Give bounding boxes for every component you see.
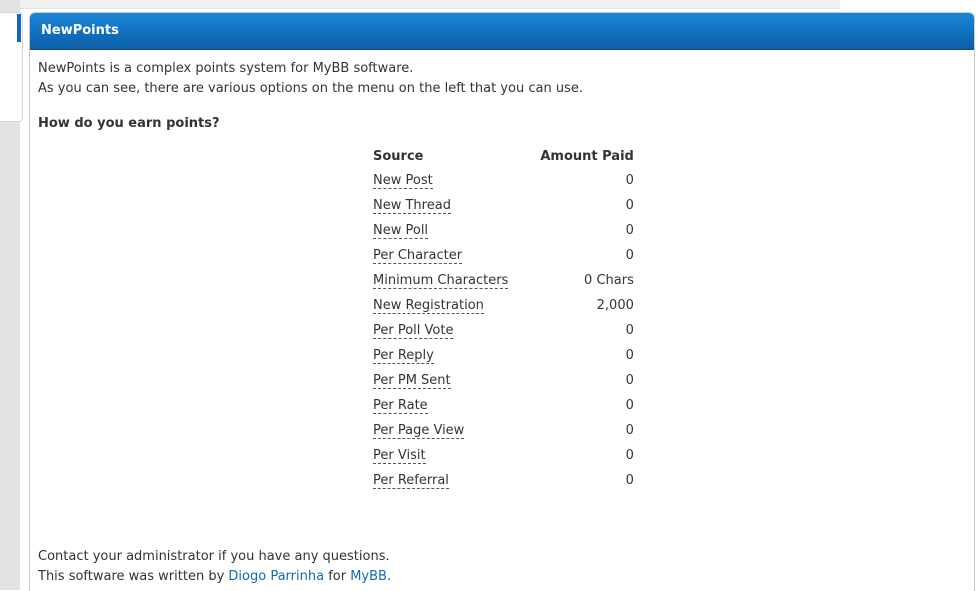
- earn-points-table: Source Amount Paid New Post 0 New Thread 0 N…: [367, 144, 640, 493]
- left-sidebar-gutter: [0, 0, 23, 590]
- amount-cell: 0: [625, 448, 634, 463]
- source-label[interactable]: Per Poll Vote: [373, 323, 454, 339]
- source-label[interactable]: New Thread: [373, 198, 451, 214]
- amount-cell: 0: [625, 473, 634, 488]
- source-cell: Per Character: [367, 243, 514, 268]
- source-label[interactable]: Per Referral: [373, 473, 449, 489]
- table-row: Per Page View 0: [367, 418, 640, 443]
- footer: Contact your administrator if you have a…: [38, 547, 391, 587]
- source-cell: Per Poll Vote: [367, 318, 514, 343]
- author-link[interactable]: Diogo Parrinha: [228, 569, 324, 584]
- source-label[interactable]: Per Character: [373, 248, 463, 264]
- table-row: Per Visit 0: [367, 443, 640, 468]
- amount-cell: 0: [625, 323, 634, 338]
- credit-prefix: This software was written by: [38, 569, 229, 584]
- contact-text: Contact your administrator if you have a…: [38, 549, 390, 564]
- credit-middle: for: [324, 569, 351, 584]
- earn-points-heading: How do you earn points?: [38, 116, 220, 131]
- source-cell: New Thread: [367, 193, 514, 218]
- source-label[interactable]: Per Visit: [373, 448, 426, 464]
- source-cell: Minimum Characters: [367, 268, 514, 293]
- amount-cell: 2,000: [596, 298, 634, 313]
- table-row: Per Rate 0: [367, 393, 640, 418]
- column-header-source: Source: [373, 148, 424, 164]
- source-label[interactable]: New Poll: [373, 223, 429, 239]
- source-label[interactable]: Per PM Sent: [373, 373, 451, 389]
- amount-cell: 0: [625, 223, 634, 238]
- amount-cell: 0: [625, 348, 634, 363]
- amount-cell: 0: [625, 198, 634, 213]
- source-label[interactable]: Per Reply: [373, 348, 434, 364]
- newpoints-panel: NewPoints NewPoints is a complex points …: [29, 12, 975, 591]
- credit-suffix: .: [386, 569, 392, 584]
- source-cell: Per PM Sent: [367, 368, 514, 393]
- table-row: New Post 0: [367, 168, 640, 193]
- table-row: New Thread 0: [367, 193, 640, 218]
- table-row: Minimum Characters 0 Chars: [367, 268, 640, 293]
- intro-line-1: NewPoints is a complex points system for…: [38, 61, 414, 76]
- amount-cell: 0: [625, 248, 634, 263]
- source-cell: Per Page View: [367, 418, 514, 443]
- source-label[interactable]: New Registration: [373, 298, 484, 314]
- credit-text: This software was written by Diogo Parri…: [38, 567, 391, 587]
- amount-cell: 0: [625, 173, 634, 188]
- panel-body: NewPoints is a complex points system for…: [30, 50, 974, 133]
- source-cell: Per Rate: [367, 393, 514, 418]
- source-label[interactable]: New Post: [373, 173, 433, 189]
- source-cell: Per Visit: [367, 443, 514, 468]
- amount-cell: 0: [625, 423, 634, 438]
- source-label[interactable]: Per Rate: [373, 398, 428, 414]
- table-row: New Poll 0: [367, 218, 640, 243]
- source-label[interactable]: Per Page View: [373, 423, 465, 439]
- table-row: Per Referral 0: [367, 468, 640, 493]
- table-row: Per Character 0: [367, 243, 640, 268]
- sidebar-active-tab[interactable]: [17, 14, 21, 42]
- table-row: Per Poll Vote 0: [367, 318, 640, 343]
- source-cell: Per Reply: [367, 343, 514, 368]
- top-strip: [20, 0, 840, 9]
- mybb-link[interactable]: MyBB: [350, 569, 387, 584]
- intro-text: NewPoints is a complex points system for…: [38, 59, 974, 99]
- table-row: Per Reply 0: [367, 343, 640, 368]
- source-cell: Per Referral: [367, 468, 514, 493]
- amount-cell: 0: [625, 398, 634, 413]
- source-cell: New Poll: [367, 218, 514, 243]
- intro-line-2: As you can see, there are various option…: [38, 81, 583, 96]
- source-label[interactable]: Minimum Characters: [373, 273, 509, 289]
- amount-cell: 0 Chars: [584, 273, 634, 288]
- table-row: Per PM Sent 0: [367, 368, 640, 393]
- table-header-row: Source Amount Paid: [367, 144, 640, 168]
- source-cell: New Registration: [367, 293, 514, 318]
- column-header-amount: Amount Paid: [540, 148, 634, 164]
- source-cell: New Post: [367, 168, 514, 193]
- amount-cell: 0: [625, 373, 634, 388]
- panel-title: NewPoints: [30, 13, 974, 50]
- earn-points-rows: New Post 0 New Thread 0 New Poll 0 Per Charact…: [367, 168, 640, 493]
- table-row: New Registration 2,000: [367, 293, 640, 318]
